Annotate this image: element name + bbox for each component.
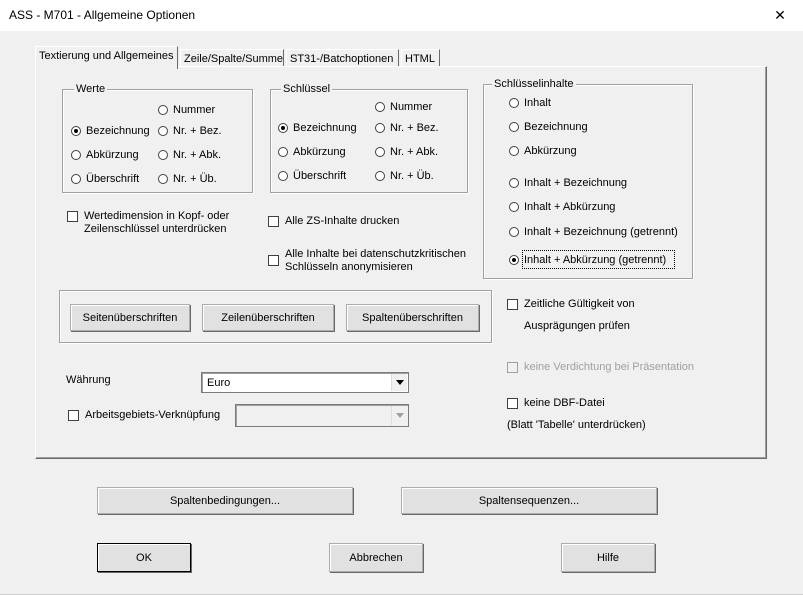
inhalte-radio-bezeichnung[interactable]: Bezeichnung <box>509 121 588 133</box>
arbeitsgebiet-checkbox[interactable]: Arbeitsgebiets-Verknüpfung <box>68 409 220 422</box>
radio-icon <box>375 147 385 157</box>
radio-selected-icon <box>509 255 519 265</box>
radio-icon <box>509 122 519 132</box>
title-bar: ASS - M701 - Allgemeine Optionen ✕ <box>0 0 803 31</box>
schluesselinhalte-group-title: Schlüsselinhalte <box>492 78 576 90</box>
checkbox-icon <box>507 299 518 310</box>
checkbox-icon <box>507 398 518 409</box>
close-button[interactable]: ✕ <box>757 0 803 31</box>
radio-icon <box>509 98 519 108</box>
werte-radio-nummer[interactable]: Nummer <box>158 104 215 116</box>
werte-radio-ueberschrift[interactable]: Überschrift <box>71 173 139 185</box>
schluessel-radio-ueberschrift[interactable]: Überschrift <box>278 170 346 182</box>
keine-dbf-checkbox[interactable]: keine DBF-Datei <box>507 397 605 410</box>
inhalte-radio-inhalt-abkuerzung-getrennt[interactable]: Inhalt + Abkürzung (getrennt) <box>509 254 666 266</box>
werte-radio-nr-abk[interactable]: Nr. + Abk. <box>158 149 221 161</box>
keine-dbf-note: (Blatt 'Tabelle' unterdrücken) <box>507 419 646 431</box>
hilfe-button[interactable]: Hilfe <box>561 543 655 572</box>
schluessel-radio-nummer[interactable]: Nummer <box>375 101 432 113</box>
zeitliche-gueltigkeit-checkbox[interactable]: Zeitliche Gültigkeit von Ausprägungen pr… <box>507 298 635 333</box>
ok-button[interactable]: OK <box>97 543 191 572</box>
schluessel-group-title: Schlüssel <box>281 83 333 95</box>
radio-icon <box>509 227 519 237</box>
waehrung-select[interactable]: Euro <box>201 372 409 393</box>
radio-icon <box>509 146 519 156</box>
keine-verdichtung-checkbox[interactable]: keine Verdichtung bei Präsentation <box>507 361 694 374</box>
radio-selected-icon <box>278 123 288 133</box>
radio-icon <box>158 150 168 160</box>
schluessel-radio-abkuerzung[interactable]: Abkürzung <box>278 146 346 158</box>
inhalte-radio-inhalt-bezeichnung[interactable]: Inhalt + Bezeichnung <box>509 177 627 189</box>
inhalte-radio-abkuerzung[interactable]: Abkürzung <box>509 145 577 157</box>
checkbox-icon <box>268 255 279 266</box>
arbeitsgebiet-select[interactable] <box>235 404 409 427</box>
spaltenueberschriften-button[interactable]: Spaltenüberschriften <box>346 304 479 331</box>
spaltenbedingungen-button[interactable]: Spaltenbedingungen... <box>97 487 353 514</box>
chevron-down-icon[interactable] <box>391 406 407 425</box>
radio-icon <box>278 171 288 181</box>
werte-radio-nr-ueb[interactable]: Nr. + Üb. <box>158 173 217 185</box>
schluessel-radio-nr-abk[interactable]: Nr. + Abk. <box>375 146 438 158</box>
seitenueberschriften-button[interactable]: Seitenüberschriften <box>70 304 190 331</box>
werte-radio-bezeichnung[interactable]: Bezeichnung <box>71 125 150 137</box>
schluessel-radio-nr-ueb[interactable]: Nr. + Üb. <box>375 170 434 182</box>
radio-icon <box>278 147 288 157</box>
checkbox-icon <box>67 211 78 222</box>
inhalte-radio-inhalt-abkuerzung[interactable]: Inhalt + Abkürzung <box>509 201 615 213</box>
checkbox-icon <box>507 362 518 373</box>
werte-group-title: Werte <box>74 83 108 95</box>
werte-radio-abkuerzung[interactable]: Abkürzung <box>71 149 139 161</box>
radio-icon <box>158 105 168 115</box>
radio-icon <box>375 123 385 133</box>
radio-icon <box>71 150 81 160</box>
radio-icon <box>158 126 168 136</box>
radio-icon <box>71 174 81 184</box>
chevron-down-icon[interactable] <box>391 374 407 391</box>
werte-radio-nr-bez[interactable]: Nr. + Bez. <box>158 125 222 137</box>
schluessel-radio-bezeichnung[interactable]: Bezeichnung <box>278 122 357 134</box>
wertedimension-checkbox[interactable]: Wertedimension in Kopf- oder Zeilenschlü… <box>67 210 229 236</box>
alle-zs-inhalte-checkbox[interactable]: Alle ZS-Inhalte drucken <box>268 215 399 228</box>
radio-icon <box>375 171 385 181</box>
spaltensequenzen-button[interactable]: Spaltensequenzen... <box>401 487 657 514</box>
anonymisieren-checkbox[interactable]: Alle Inhalte bei datenschutzkritischen S… <box>268 248 466 274</box>
radio-icon <box>375 102 385 112</box>
zeilenueberschriften-button[interactable]: Zeilenüberschriften <box>202 304 334 331</box>
waehrung-label: Währung <box>66 374 111 386</box>
radio-icon <box>509 202 519 212</box>
tab-textierung[interactable]: Textierung und Allgemeines <box>35 46 178 69</box>
inhalte-radio-inhalt[interactable]: Inhalt <box>509 97 551 109</box>
radio-icon <box>158 174 168 184</box>
window-title: ASS - M701 - Allgemeine Optionen <box>9 8 196 22</box>
inhalte-radio-inhalt-bezeichnung-getrennt[interactable]: Inhalt + Bezeichnung (getrennt) <box>509 226 678 238</box>
checkbox-icon <box>68 410 79 421</box>
abbrechen-button[interactable]: Abbrechen <box>329 543 423 572</box>
radio-selected-icon <box>71 126 81 136</box>
checkbox-icon <box>268 216 279 227</box>
schluessel-radio-nr-bez[interactable]: Nr. + Bez. <box>375 122 439 134</box>
radio-icon <box>509 178 519 188</box>
close-icon: ✕ <box>774 7 786 23</box>
